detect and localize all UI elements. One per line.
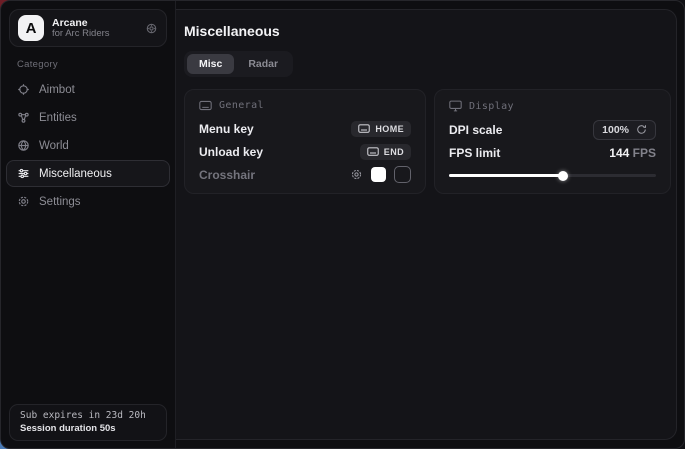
keyboard-icon — [199, 100, 212, 111]
fps-limit-row: FPS limit 144 FPS — [449, 141, 656, 164]
general-panel-header: General — [199, 100, 411, 111]
dpi-scale-value: 100% — [602, 124, 629, 136]
sub-expiry-text: Sub expires in 23d 20h — [20, 410, 156, 421]
crosshair-settings-gear-icon[interactable] — [350, 168, 363, 181]
display-panel-header: Display — [449, 100, 656, 112]
sidebar-nav: Aimbot Entities World — [1, 76, 175, 215]
display-panel: Display DPI scale 100% — [434, 89, 671, 194]
unload-key-row: Unload key END — [199, 140, 411, 163]
monitor-icon — [449, 100, 462, 112]
sidebar-item-label: Settings — [39, 196, 81, 208]
gear-icon[interactable] — [145, 22, 158, 35]
fps-number: 144 — [609, 146, 629, 160]
crosshair-icon — [17, 83, 30, 96]
page-title: Miscellaneous — [184, 23, 676, 39]
app-header-card: A Arcane for Arc Riders — [9, 9, 167, 47]
tab-misc[interactable]: Misc — [187, 54, 234, 74]
fps-limit-slider[interactable] — [449, 168, 656, 182]
dpi-scale-select[interactable]: 100% — [593, 120, 656, 140]
main-card: Miscellaneous Misc Radar Gene — [176, 9, 677, 440]
crosshair-checkbox[interactable] — [394, 166, 411, 183]
unload-key-label: Unload key — [199, 145, 263, 159]
menu-key-row: Menu key HOME — [199, 117, 411, 140]
dpi-scale-label: DPI scale — [449, 123, 502, 137]
unload-key-value: END — [384, 147, 404, 157]
globe-icon — [17, 139, 30, 152]
fps-slider-fill — [449, 174, 563, 177]
cycle-icon — [636, 124, 647, 135]
sidebar-item-aimbot[interactable]: Aimbot — [6, 76, 170, 103]
fps-limit-label: FPS limit — [449, 146, 500, 160]
app-logo: A — [18, 15, 44, 41]
crosshair-label: Crosshair — [199, 168, 255, 182]
app-window: A Arcane for Arc Riders Category — [0, 0, 685, 449]
general-panel: General Menu key HOME — [184, 89, 426, 194]
main-area: Miscellaneous Misc Radar Gene — [176, 1, 684, 448]
category-label: Category — [17, 59, 175, 70]
fps-unit: FPS — [633, 146, 656, 160]
unload-key-bind-button[interactable]: END — [360, 144, 411, 160]
sidebar-item-label: Aimbot — [39, 84, 75, 96]
sidebar-item-world[interactable]: World — [6, 132, 170, 159]
crosshair-row: Crosshair — [199, 163, 411, 186]
session-duration-text: Session duration 50s — [20, 423, 156, 434]
tab-radar[interactable]: Radar — [236, 54, 290, 74]
menu-key-label: Menu key — [199, 122, 254, 136]
tab-bar: Misc Radar — [184, 51, 293, 77]
sliders-icon — [17, 167, 30, 180]
display-panel-title: Display — [469, 101, 514, 112]
dpi-scale-row: DPI scale 100% — [449, 118, 656, 141]
app-meta: Arcane for Arc Riders — [52, 17, 137, 40]
gear-icon — [17, 195, 30, 208]
sidebar-item-entities[interactable]: Entities — [6, 104, 170, 131]
keyboard-icon — [358, 124, 370, 133]
entities-icon — [17, 111, 30, 124]
keyboard-icon — [367, 147, 379, 156]
fps-limit-value: 144 FPS — [609, 146, 656, 160]
app-subtitle: for Arc Riders — [52, 29, 137, 40]
panels-grid: General Menu key HOME — [184, 89, 676, 194]
menu-key-value: HOME — [375, 124, 404, 134]
sidebar-item-label: Entities — [39, 112, 77, 124]
subscription-info-card: Sub expires in 23d 20h Session duration … — [9, 404, 167, 441]
app-name: Arcane — [52, 17, 137, 29]
general-panel-title: General — [219, 100, 264, 111]
fps-slider-thumb[interactable] — [558, 171, 568, 181]
sidebar: A Arcane for Arc Riders Category — [1, 1, 176, 448]
sidebar-item-settings[interactable]: Settings — [6, 188, 170, 215]
crosshair-color-swatch[interactable] — [371, 167, 386, 182]
menu-key-bind-button[interactable]: HOME — [351, 121, 411, 137]
sidebar-item-label: World — [39, 140, 69, 152]
sidebar-item-miscellaneous[interactable]: Miscellaneous — [6, 160, 170, 187]
crosshair-controls — [350, 166, 411, 183]
sidebar-item-label: Miscellaneous — [39, 168, 112, 180]
